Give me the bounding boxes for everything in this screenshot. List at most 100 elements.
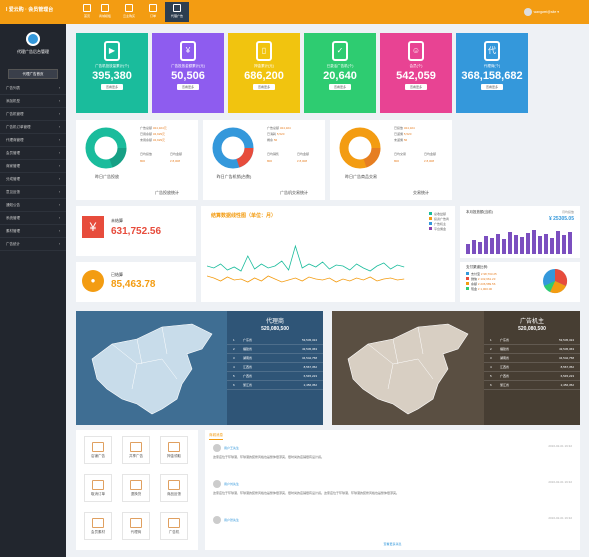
shortcut-button[interactable]: 商品反馈 bbox=[160, 474, 188, 502]
legend-value: 34,929元 bbox=[152, 132, 166, 136]
pay-channel-item: 支付宝 ¥ 98,763.25 bbox=[466, 272, 497, 276]
view-more-button[interactable]: 查看更多 bbox=[404, 84, 427, 90]
pay-channel-item: 微信 ¥ 132,661.23 bbox=[466, 277, 497, 281]
pay-channel-list: 支付宝 ¥ 98,763.25 微信 ¥ 132,661.23 余额 ¥ 236,5… bbox=[466, 272, 497, 292]
shortcut-button[interactable]: 店铺广告 bbox=[84, 436, 112, 464]
sidebar-item[interactable]: 素材管理 › bbox=[0, 225, 66, 238]
shortcut-button[interactable]: 共享广告 bbox=[122, 436, 150, 464]
shortcut-button[interactable]: 押金领取 bbox=[160, 436, 188, 464]
table-row: 5 广西省 6,545,223 bbox=[484, 372, 580, 381]
legend-swatch bbox=[466, 287, 469, 290]
sidebar-item-label: 代理商管理 bbox=[6, 138, 24, 142]
shortcut-icon bbox=[130, 480, 142, 490]
nav-template[interactable]: 商城模板 bbox=[93, 2, 117, 22]
sidebar-item[interactable]: 系统管理 › bbox=[0, 212, 66, 225]
sidebar-item[interactable]: 代理商管理 › bbox=[0, 134, 66, 147]
sidebar-item[interactable]: 广告机管理 › bbox=[0, 108, 66, 121]
messages-tab[interactable]: 商城消息 bbox=[209, 433, 223, 440]
avg-amount-label: 日均金额 bbox=[424, 152, 437, 156]
line-chart bbox=[207, 244, 405, 283]
sidebar-home-button[interactable]: 代理广告首页 bbox=[8, 69, 58, 79]
template-icon bbox=[101, 4, 109, 12]
legend-label: 剩余 bbox=[267, 138, 274, 142]
avg-label: 日均销售 bbox=[267, 152, 280, 156]
sidebar-menu: 广告列表 › 添加机型 › 广告机管理 › 广告机订单管理 › 代理商管理 › 会员管理 › 商家管理 ›… bbox=[0, 82, 66, 251]
sidebar-item[interactable]: 广告机订单管理 › bbox=[0, 121, 66, 134]
sidebar: 代理广告后台管理 代理广告首页 广告列表 › 添加机型 › 广告机管理 › 广告机订单管理 ›… bbox=[0, 24, 66, 557]
unsettled-panel: ¥ 未结算 631,752.56 bbox=[76, 206, 196, 256]
sidebar-item[interactable]: 商家管理 › bbox=[0, 160, 66, 173]
card-icon: ▯ bbox=[256, 41, 272, 61]
row-province: 福建省 bbox=[243, 347, 253, 351]
shortcut-button[interactable]: 取消订单 bbox=[84, 474, 112, 502]
legend-text: 投资广告商 bbox=[433, 217, 449, 221]
view-more-button[interactable]: 查看更多 bbox=[480, 84, 503, 90]
row-rank: 5 bbox=[233, 374, 235, 378]
shortcut-button[interactable]: 代理商 bbox=[122, 512, 150, 540]
bar bbox=[484, 236, 488, 254]
row-province: 广东省 bbox=[500, 338, 510, 342]
bar bbox=[532, 230, 536, 254]
row-rank: 1 bbox=[233, 338, 235, 342]
nav-agent-ads[interactable]: 代理广告 bbox=[165, 2, 189, 22]
view-more-button[interactable]: 查看更多 bbox=[176, 84, 199, 90]
table-row: 5 广西省 6,545,223 bbox=[227, 372, 323, 381]
table-row: 3 湖南省 34,542,758 bbox=[484, 354, 580, 363]
legend-swatch bbox=[466, 272, 469, 275]
shortcut-icon bbox=[130, 518, 142, 528]
card-label: 押金累计(元) bbox=[254, 64, 274, 68]
sidebar-item[interactable]: 广告统计 › bbox=[0, 238, 66, 251]
agent-table-title: 代理商 bbox=[265, 319, 284, 325]
monthly-value: ¥ 25305.05 bbox=[548, 216, 574, 222]
agent-table-sum: 520,080,500 bbox=[261, 326, 289, 332]
view-more-button[interactable]: 查看更多 bbox=[328, 84, 351, 90]
card-icon: ▶ bbox=[104, 41, 120, 61]
pay-channel-pie bbox=[543, 268, 568, 294]
row-province: 浙江省 bbox=[500, 383, 510, 387]
avatar bbox=[213, 480, 221, 488]
message-sender[interactable]: 用户王先生 bbox=[224, 446, 239, 450]
view-more-button[interactable]: 查看更多 bbox=[252, 84, 275, 90]
sidebar-item-label: 广告统计 bbox=[6, 242, 20, 246]
bar bbox=[568, 232, 572, 254]
nav-orders[interactable]: 订单 bbox=[141, 2, 165, 22]
agent-map-panel: 代理商 520,080,500 1 广东省 53,545,324 2 福建省 43,545,… bbox=[76, 311, 323, 425]
card-value: 686,200 bbox=[244, 70, 284, 82]
table-row: 2 福建省 43,545,363 bbox=[227, 345, 323, 354]
shortcut-button[interactable]: 会员素材 bbox=[84, 512, 112, 540]
donut-subtitle: 交易统计 bbox=[413, 190, 429, 195]
stat-card: ▶ 广告机投放量累计(个) 395,380 查看更多 bbox=[76, 33, 148, 113]
sidebar-item[interactable]: 广告列表 › bbox=[0, 82, 66, 95]
sidebar-item[interactable]: 会员管理 › bbox=[0, 147, 66, 160]
sidebar-item[interactable]: 意见反馈 › bbox=[0, 186, 66, 199]
chevron-right-icon: › bbox=[58, 190, 60, 194]
sidebar-item-label: 广告机管理 bbox=[6, 112, 24, 116]
settled-label: 已结算 bbox=[111, 272, 123, 277]
message-sender[interactable]: 用户刘先生 bbox=[224, 482, 239, 486]
sidebar-item[interactable]: 通知公告 › bbox=[0, 199, 66, 212]
shortcut-button[interactable]: 广告机 bbox=[160, 512, 188, 540]
line-series bbox=[207, 275, 405, 283]
sidebar-item-label: 广告机订单管理 bbox=[6, 125, 31, 129]
yuan-icon: ¥ bbox=[82, 216, 104, 238]
chevron-right-icon: › bbox=[58, 216, 60, 220]
avg-value: 800 bbox=[394, 159, 400, 163]
row-province: 江西省 bbox=[243, 365, 253, 369]
nav-purchase[interactable]: 云主购买 bbox=[117, 2, 141, 22]
legend-swatch bbox=[466, 282, 469, 285]
messages-more-link[interactable]: 查看更多消息 bbox=[205, 542, 580, 546]
view-more-button[interactable]: 查看更多 bbox=[100, 84, 123, 90]
card-icon: 代 bbox=[484, 41, 500, 61]
card-value: 395,380 bbox=[92, 70, 132, 82]
row-province: 广东省 bbox=[243, 338, 253, 342]
sidebar-item-label: 商家管理 bbox=[6, 164, 20, 168]
sidebar-item[interactable]: 添加机型 › bbox=[0, 95, 66, 108]
row-value: 2,456,352 bbox=[560, 383, 574, 387]
channel-amount: ¥ 236,589.56 bbox=[477, 282, 496, 286]
message-sender[interactable]: 用户张先生 bbox=[224, 518, 239, 522]
monthly-bar-chart bbox=[466, 230, 572, 254]
shortcut-button[interactable]: 退换货 bbox=[122, 474, 150, 502]
user-menu[interactable]: wangwei@site ▾ bbox=[523, 8, 559, 16]
owner-table: 广告机主 520,080,500 1 广东省 53,545,324 2 福建省 43,545… bbox=[484, 311, 580, 425]
bar bbox=[514, 235, 518, 254]
